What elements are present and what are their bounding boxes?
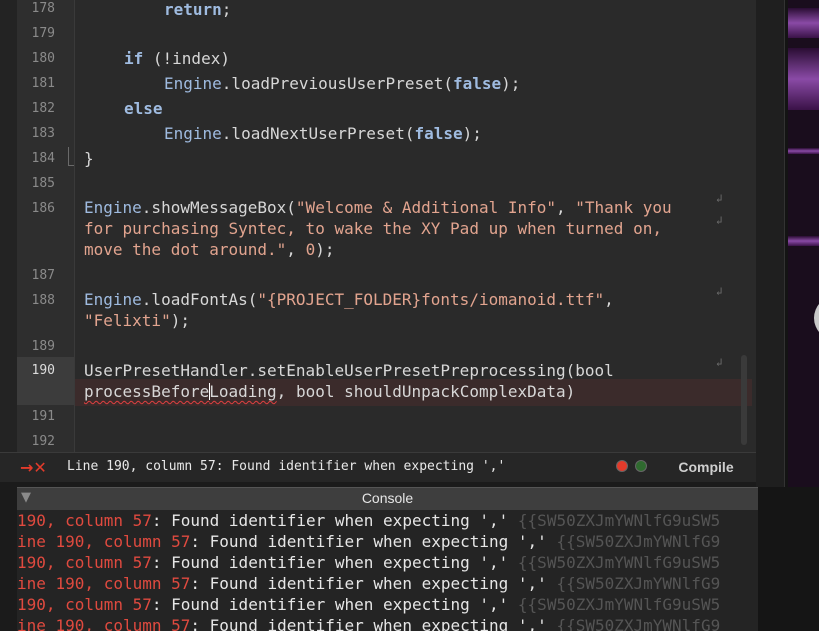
preview-purple-element xyxy=(788,236,819,246)
preview-purple-element xyxy=(788,148,819,154)
preview-purple-element xyxy=(788,48,819,110)
line-number: 179 xyxy=(31,26,55,41)
word-wrap-icon: ↲ xyxy=(716,214,723,227)
syntax-error-token: processBeforeLoading xyxy=(84,382,277,401)
line-number: 182 xyxy=(31,101,55,116)
code-line-178[interactable]: return; xyxy=(164,0,231,20)
line-number: 180 xyxy=(31,51,55,66)
line-number: 183 xyxy=(31,126,55,141)
compile-status-bar: →✕ Line 190, column 57: Found identifier… xyxy=(0,452,756,482)
ok-indicator-icon xyxy=(636,461,646,471)
console-line: 190, column 57: Found identifier when ex… xyxy=(17,595,721,614)
word-wrap-icon: ↲ xyxy=(716,192,723,205)
word-wrap-icon: ↲ xyxy=(716,285,723,298)
console-line: ine 190, column 57: Found identifier whe… xyxy=(17,616,721,631)
console-header: ▼ Console xyxy=(17,487,758,510)
console-line: ine 190, column 57: Found identifier whe… xyxy=(17,532,721,551)
line-number: 187 xyxy=(31,268,55,283)
editor-left-strip xyxy=(0,0,17,452)
code-line-181[interactable]: Engine.loadPreviousUserPreset(false); xyxy=(164,73,520,94)
console-line: ine 190, column 57: Found identifier whe… xyxy=(17,574,721,593)
editor-scrollbar[interactable] xyxy=(741,355,747,445)
word-wrap-icon: ↲ xyxy=(716,356,723,369)
panel-divider[interactable] xyxy=(756,0,785,488)
line-number-current: 190 xyxy=(31,363,55,378)
compile-button[interactable]: Compile xyxy=(660,454,752,480)
interface-preview xyxy=(788,0,819,488)
code-line-182[interactable]: else xyxy=(124,98,163,119)
code-line-186[interactable]: Engine.showMessageBox("Welcome & Additio… xyxy=(84,197,672,260)
line-number: 189 xyxy=(31,339,55,354)
console-output[interactable]: 190, column 57: Found identifier when ex… xyxy=(17,510,758,631)
code-line-180[interactable]: if (!index) xyxy=(124,48,230,69)
preview-purple-element xyxy=(788,8,819,38)
code-line-183[interactable]: Engine.loadNextUserPreset(false); xyxy=(164,123,482,144)
line-number: 178 xyxy=(31,1,55,16)
console-side-area xyxy=(758,487,819,631)
line-number: 186 xyxy=(31,201,55,216)
console-line: 190, column 57: Found identifier when ex… xyxy=(17,553,721,572)
line-number: 188 xyxy=(31,293,55,308)
line-number: 181 xyxy=(31,76,55,91)
code-editor[interactable]: 178 179 180 181 182 183 184 185 186 187 … xyxy=(0,0,756,452)
fold-marker[interactable] xyxy=(68,147,74,166)
line-number: 184 xyxy=(31,151,55,166)
error-indicator-icon xyxy=(617,461,627,471)
current-line-gutter-highlight: 190 xyxy=(17,357,74,405)
console-line: 190, column 57: Found identifier when ex… xyxy=(17,511,721,530)
error-arrow-icon[interactable]: →✕ xyxy=(20,458,47,477)
console-title: Console xyxy=(361,490,414,506)
line-number: 185 xyxy=(31,176,55,191)
code-line-188[interactable]: Engine.loadFontAs("{PROJECT_FOLDER}fonts… xyxy=(84,289,614,331)
code-line-190[interactable]: UserPresetHandler.setEnableUserPresetPre… xyxy=(84,360,614,402)
interface-preview-panel xyxy=(756,0,819,488)
code-line-184[interactable]: } xyxy=(84,148,94,169)
status-message: Line 190, column 57: Found identifier wh… xyxy=(67,459,506,474)
